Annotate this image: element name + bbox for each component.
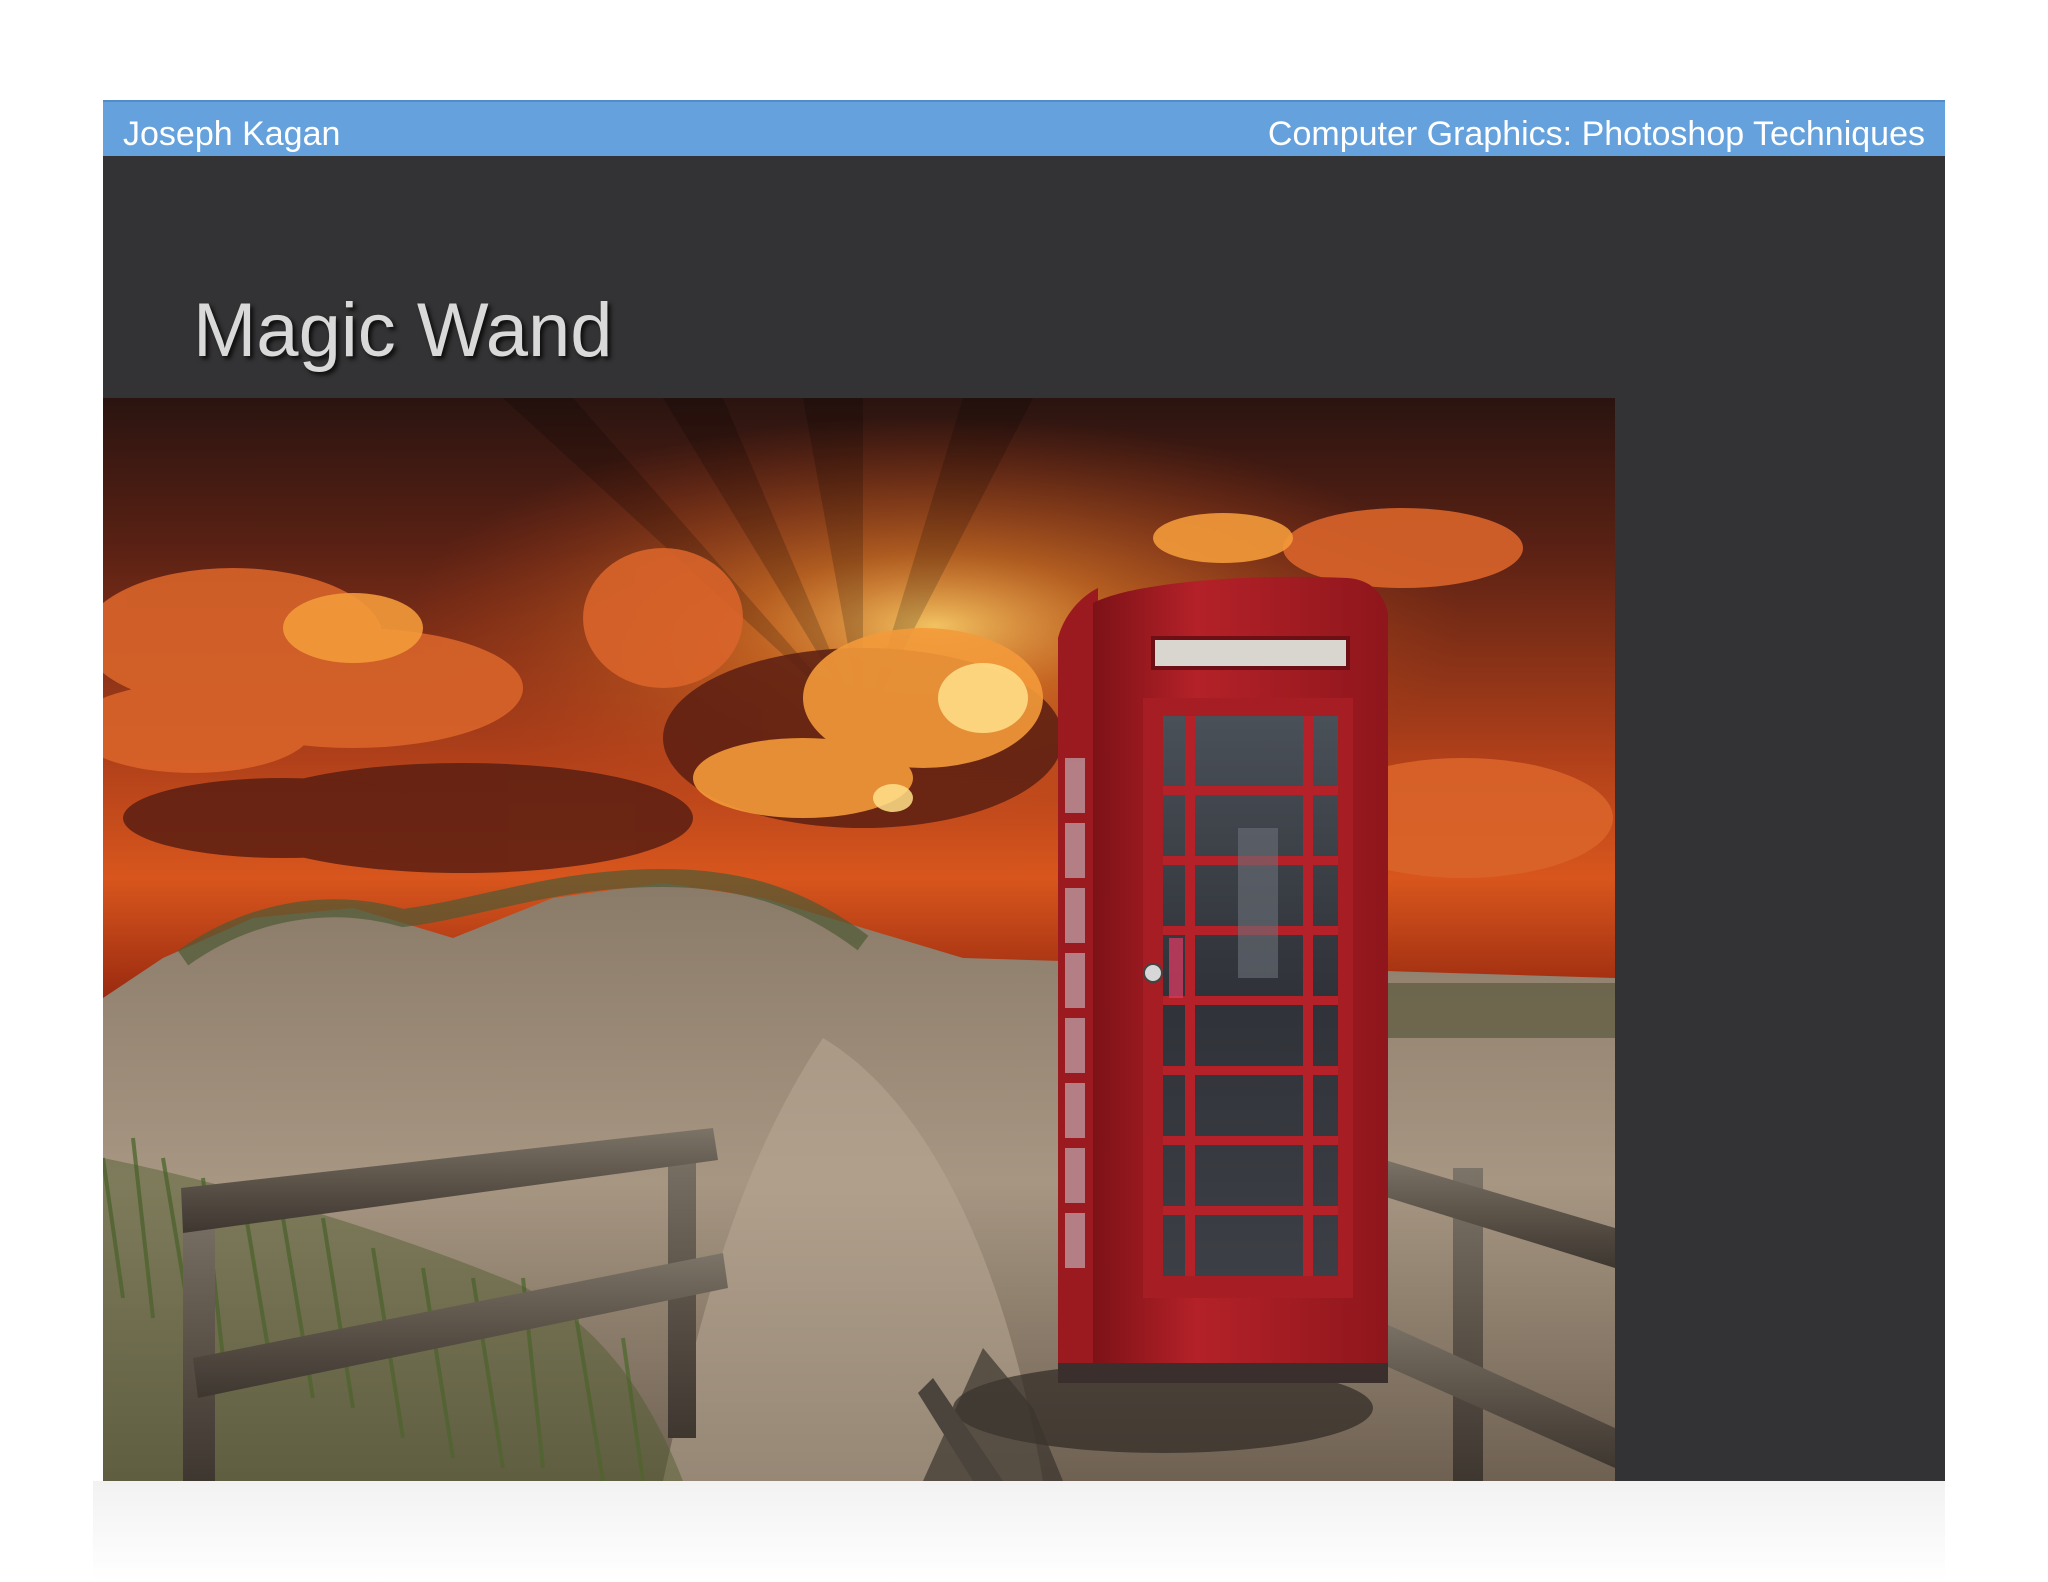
composite-photo: [103, 398, 1615, 1481]
slide-title: Magic Wand: [193, 288, 613, 373]
header-course-title: Computer Graphics: Photoshop Techniques: [1267, 115, 1925, 153]
slide: Joseph Kagan Computer Graphics: Photosho…: [103, 100, 1945, 1481]
header-bar: Joseph Kagan Computer Graphics: Photosho…: [103, 100, 1945, 156]
page-shadow: [93, 1481, 1945, 1581]
header-author: Joseph Kagan: [123, 115, 341, 153]
